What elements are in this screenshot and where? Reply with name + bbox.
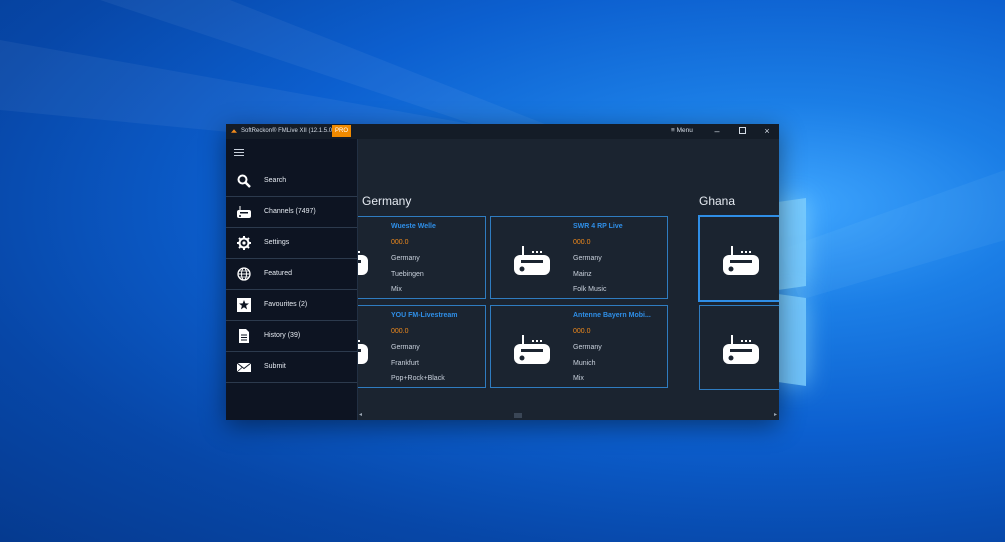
sidebar-item-submit[interactable]: Submit — [226, 352, 357, 383]
sidebar-item-settings[interactable]: Settings — [226, 228, 357, 259]
envelope-icon — [237, 362, 251, 373]
station-card-ghana-2[interactable] — [699, 305, 779, 390]
search-icon — [237, 174, 251, 188]
station-country: Germany — [573, 344, 602, 351]
station-city: Munich — [573, 360, 596, 367]
sidebar-item-label: Channels (7497) — [264, 208, 316, 215]
title-bar[interactable]: SoftReckon® FMLive XII (12.1.5.0) PRO ≡ … — [226, 124, 779, 139]
station-country: Germany — [391, 344, 420, 351]
document-icon — [239, 329, 249, 343]
radio-icon — [514, 246, 550, 275]
station-genre: Mix — [573, 375, 584, 382]
sidebar-item-label: Submit — [264, 363, 286, 370]
radio-icon — [514, 335, 550, 364]
station-genre: Mix — [391, 286, 402, 293]
station-name: Antenne Bayern Mobi... — [573, 312, 651, 319]
scroll-thumb[interactable] — [514, 413, 522, 418]
station-country: Germany — [573, 255, 602, 262]
horizontal-scrollbar[interactable]: ◂ ▸ — [357, 411, 779, 420]
window-title: SoftReckon® FMLive XII (12.1.5.0) — [241, 128, 335, 134]
minimize-icon: – — [714, 126, 720, 136]
menu-label: Menu — [676, 127, 693, 134]
sidebar-item-label: Favourites (2) — [264, 301, 308, 308]
sidebar-item-favourites[interactable]: Favourites (2) — [226, 290, 357, 321]
sidebar-item-label: Featured — [264, 270, 293, 277]
station-genre: Pop+Rock+Black — [391, 375, 445, 382]
menu-icon: ≡ — [671, 127, 675, 134]
station-name: Wueste Welle — [391, 223, 436, 230]
scroll-right-icon[interactable]: ▸ — [774, 411, 777, 418]
station-card-ghana-1[interactable] — [698, 215, 779, 302]
sidebar-item-featured[interactable]: Featured — [226, 259, 357, 290]
star-icon — [237, 298, 251, 312]
sidebar-item-label: History (39) — [264, 332, 301, 339]
station-name: SWR 4 RP Live — [573, 223, 623, 230]
sidebar-item-label: Settings — [264, 239, 290, 246]
station-country: Germany — [391, 255, 420, 262]
scroll-left-icon[interactable]: ◂ — [359, 411, 362, 418]
station-card-swr4[interactable]: SWR 4 RP Live 000.0 Germany Mainz Folk M… — [490, 216, 668, 299]
desktop-windows-logo — [778, 198, 808, 390]
maximize-button[interactable] — [735, 126, 749, 137]
app-logo-icon — [231, 129, 237, 133]
navigation-drawer: Search Channels (7497) Settings Featured… — [226, 139, 358, 420]
sidebar-item-search[interactable]: Search — [226, 166, 357, 197]
close-icon: × — [764, 126, 770, 136]
station-genre: Folk Music — [573, 286, 607, 293]
section-title-ghana: Ghana — [699, 194, 736, 208]
radio-icon — [237, 206, 251, 218]
hamburger-icon[interactable] — [234, 149, 244, 157]
close-button[interactable]: × — [760, 126, 774, 137]
minimize-button[interactable]: – — [710, 126, 724, 137]
maximize-icon — [738, 127, 746, 134]
gear-icon — [237, 236, 251, 250]
station-city: Tuebingen — [391, 271, 424, 278]
station-frequency: 000.0 — [391, 239, 409, 246]
station-name: YOU FM-Livestream — [391, 312, 458, 319]
radio-icon — [723, 246, 759, 275]
station-card-antenne-bayern[interactable]: Antenne Bayern Mobi... 000.0 Germany Mun… — [490, 305, 668, 388]
app-window: SoftReckon® FMLive XII (12.1.5.0) PRO ≡ … — [226, 124, 779, 420]
radio-icon — [723, 335, 759, 364]
sidebar-item-history[interactable]: History (39) — [226, 321, 357, 352]
station-frequency: 000.0 — [573, 328, 591, 335]
station-city: Frankfurt — [391, 360, 420, 367]
section-title-germany: Germany — [362, 194, 412, 208]
station-city: Mainz — [573, 271, 592, 278]
globe-icon — [237, 267, 251, 281]
pro-badge: PRO — [332, 125, 352, 137]
sidebar-item-label: Search — [264, 177, 287, 184]
station-frequency: 000.0 — [391, 328, 409, 335]
menu-button[interactable]: ≡ Menu — [671, 127, 693, 134]
sidebar-item-channels[interactable]: Channels (7497) — [226, 197, 357, 228]
station-frequency: 000.0 — [573, 239, 591, 246]
